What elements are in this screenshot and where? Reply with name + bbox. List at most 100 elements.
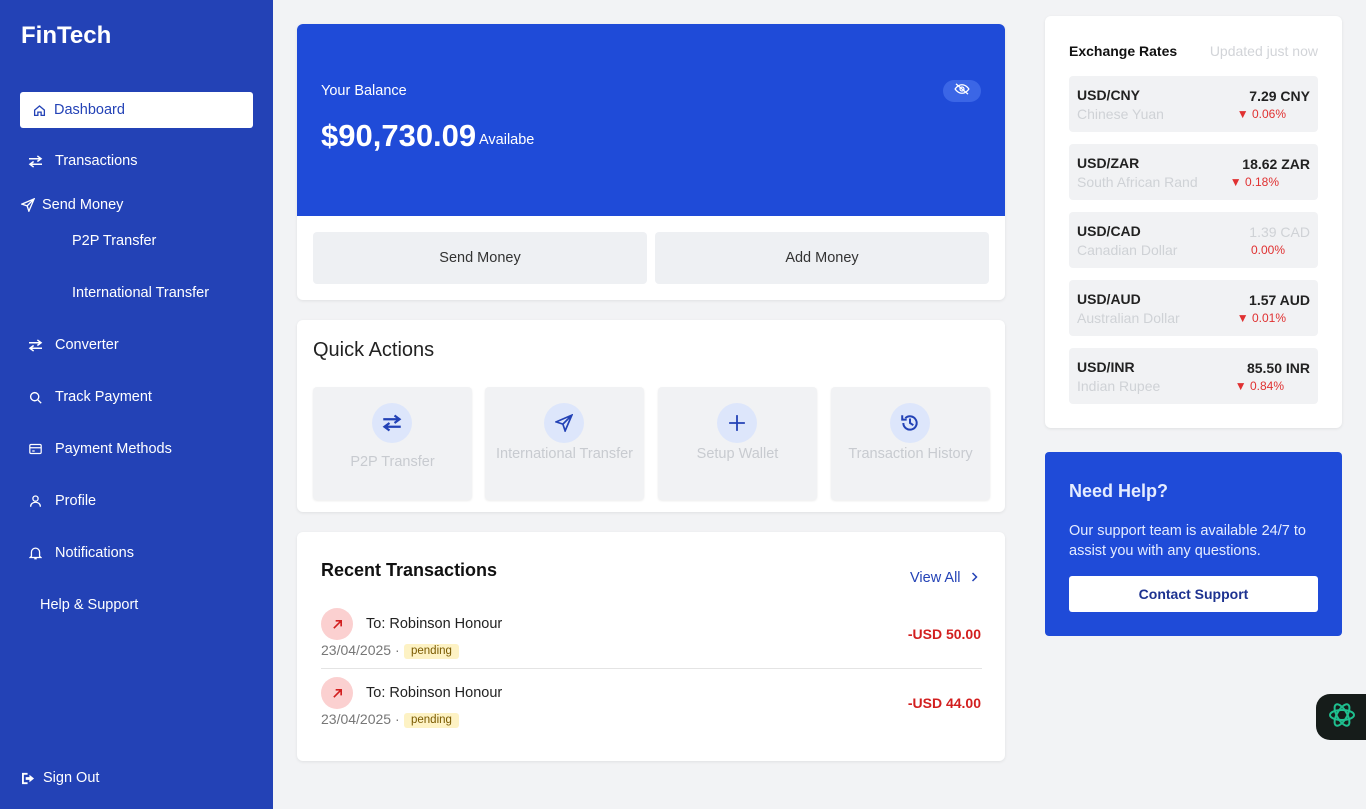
- bell-icon: [27, 545, 43, 561]
- send-icon: [20, 197, 36, 213]
- sidebar-item-payment-methods[interactable]: Payment Methods: [27, 441, 172, 457]
- hide-balance-button[interactable]: [943, 80, 981, 102]
- balance-label: Your Balance: [321, 83, 407, 99]
- sidebar-item-label: Payment Methods: [55, 441, 172, 457]
- card-icon: [27, 441, 43, 457]
- send-money-button[interactable]: Send Money: [313, 232, 647, 284]
- sidebar-item-help-support[interactable]: Help & Support: [40, 597, 138, 613]
- sign-out-label: Sign Out: [43, 770, 100, 786]
- sidebar-item-send-money[interactable]: Send Money: [20, 197, 123, 213]
- balance-available-label: Availabe: [479, 132, 535, 148]
- quick-action-label: Setup Wallet: [696, 446, 779, 462]
- quick-action-label: Transaction History: [848, 446, 973, 462]
- view-all-label: View All: [910, 570, 961, 586]
- sidebar-item-label: Dashboard: [54, 102, 125, 118]
- exchange-rate-row: USD/CAD Canadian Dollar 1.39 CAD 0.00%: [1069, 212, 1318, 268]
- exchange-rate: 1.57 AUD: [1249, 292, 1310, 308]
- quick-action-label: P2P Transfer: [350, 454, 435, 470]
- quick-action-setup-wallet[interactable]: Setup Wallet: [658, 387, 817, 500]
- sidebar-item-international-transfer[interactable]: International Transfer: [72, 285, 209, 301]
- rate-change: ▼ 0.84%: [1234, 379, 1284, 393]
- sign-out-icon: [20, 770, 36, 786]
- swap-arrows-icon: [372, 403, 412, 443]
- swap-arrows-icon: [27, 153, 43, 169]
- exchange-rate-row: USD/INR Indian Rupee 85.50 INR ▼ 0.84%: [1069, 348, 1318, 404]
- sign-out-button[interactable]: Sign Out: [20, 770, 99, 786]
- currency-name: Indian Rupee: [1077, 378, 1161, 394]
- rate-change: ▼ 0.01%: [1236, 311, 1286, 325]
- exchange-rate: 7.29 CNY: [1249, 88, 1310, 104]
- transaction-amount: -USD 44.00: [907, 695, 981, 711]
- exchange-rates-card: Exchange Rates Updated just now USD/CNY …: [1045, 16, 1342, 428]
- transaction-date: 23/04/2025 ·: [321, 642, 400, 658]
- outgoing-arrow-icon: [321, 677, 353, 709]
- brand-logo: FinTech: [21, 22, 112, 49]
- status-badge: pending: [404, 644, 459, 659]
- currency-pair: USD/CNY: [1077, 87, 1141, 103]
- exchange-rate: 18.62 ZAR: [1242, 156, 1310, 172]
- exchange-rate-row: USD/ZAR South African Rand 18.62 ZAR ▼ 0…: [1069, 144, 1318, 200]
- sidebar-item-label: Help & Support: [40, 597, 139, 613]
- status-badge: pending: [404, 713, 459, 728]
- rate-change: ▼ 0.06%: [1236, 107, 1286, 121]
- chevron-right-icon: [971, 570, 978, 586]
- transaction-row[interactable]: To: Robinson Honour 23/04/2025 · pending…: [321, 608, 982, 668]
- rate-change: 0.00%: [1250, 243, 1285, 257]
- currency-name: Australian Dollar: [1077, 310, 1180, 326]
- rate-change: ▼ 0.18%: [1229, 175, 1279, 189]
- sidebar-item-notifications[interactable]: Notifications: [27, 545, 134, 561]
- sidebar-item-label: Profile: [55, 493, 97, 509]
- quick-actions-title: Quick Actions: [313, 339, 435, 361]
- balance-header: Your Balance $90,730.09 Availabe: [297, 24, 1005, 216]
- sidebar-item-label: Send Money: [42, 197, 124, 213]
- sidebar-item-profile[interactable]: Profile: [27, 493, 96, 509]
- sidebar-item-track-payment[interactable]: Track Payment: [27, 389, 152, 405]
- history-icon: [890, 403, 930, 443]
- sidebar: FinTech Dashboard Transactions Send Mone…: [0, 0, 273, 809]
- exchange-rate: 1.39 CAD: [1249, 224, 1310, 240]
- search-icon: [27, 389, 43, 405]
- add-money-button[interactable]: Add Money: [655, 232, 989, 284]
- sidebar-item-transactions[interactable]: Transactions: [27, 153, 137, 169]
- quick-action-transaction-history[interactable]: Transaction History: [831, 387, 990, 500]
- plus-icon: [717, 403, 757, 443]
- balance-amount: $90,730.09: [321, 118, 477, 153]
- divider: [321, 668, 982, 669]
- currency-pair: USD/CAD: [1077, 223, 1141, 239]
- currency-name: Chinese Yuan: [1077, 106, 1164, 122]
- recent-transactions-title: Recent Transactions: [321, 560, 498, 580]
- currency-pair: USD/AUD: [1077, 291, 1141, 307]
- sidebar-item-label: Transactions: [55, 153, 138, 169]
- eye-off-icon: [954, 82, 970, 100]
- exchange-rates-title: Exchange Rates: [1069, 43, 1178, 59]
- exchange-rates-updated: Updated just now: [1209, 43, 1318, 59]
- quick-action-p2p-transfer[interactable]: P2P Transfer: [313, 387, 472, 500]
- sidebar-item-dashboard[interactable]: Dashboard: [20, 92, 253, 128]
- transaction-amount: -USD 50.00: [907, 626, 981, 642]
- user-icon: [27, 493, 43, 509]
- quick-actions-card: Quick Actions P2P Transfer International…: [297, 320, 1005, 512]
- sidebar-item-converter[interactable]: Converter: [27, 337, 119, 353]
- transaction-date: 23/04/2025 ·: [321, 711, 400, 727]
- swap-arrows-icon: [27, 337, 43, 353]
- recent-transactions-card: Recent Transactions View All To: Robinso…: [297, 532, 1005, 761]
- help-text: Our support team is available 24/7 to as…: [1069, 523, 1306, 559]
- transaction-row[interactable]: To: Robinson Honour 23/04/2025 · pending…: [321, 677, 982, 737]
- home-icon: [31, 102, 47, 118]
- exchange-rate-row: USD/AUD Australian Dollar 1.57 AUD ▼ 0.0…: [1069, 280, 1318, 336]
- currency-name: Canadian Dollar: [1077, 242, 1178, 258]
- contact-support-button[interactable]: Contact Support: [1069, 576, 1318, 612]
- currency-pair: USD/INR: [1077, 359, 1135, 375]
- assistant-icon: [1326, 699, 1358, 736]
- assistant-button[interactable]: [1316, 694, 1366, 740]
- currency-pair: USD/ZAR: [1077, 155, 1140, 171]
- send-icon: [544, 403, 584, 443]
- sidebar-item-label: Track Payment: [55, 389, 152, 405]
- currency-name: South African Rand: [1077, 174, 1198, 190]
- transaction-recipient: To: Robinson Honour: [366, 685, 503, 701]
- view-all-link[interactable]: View All: [910, 570, 978, 586]
- help-title: Need Help?: [1069, 481, 1169, 501]
- transaction-recipient: To: Robinson Honour: [366, 616, 503, 632]
- sidebar-item-p2p-transfer[interactable]: P2P Transfer: [72, 233, 156, 249]
- quick-action-international-transfer[interactable]: International Transfer: [485, 387, 644, 500]
